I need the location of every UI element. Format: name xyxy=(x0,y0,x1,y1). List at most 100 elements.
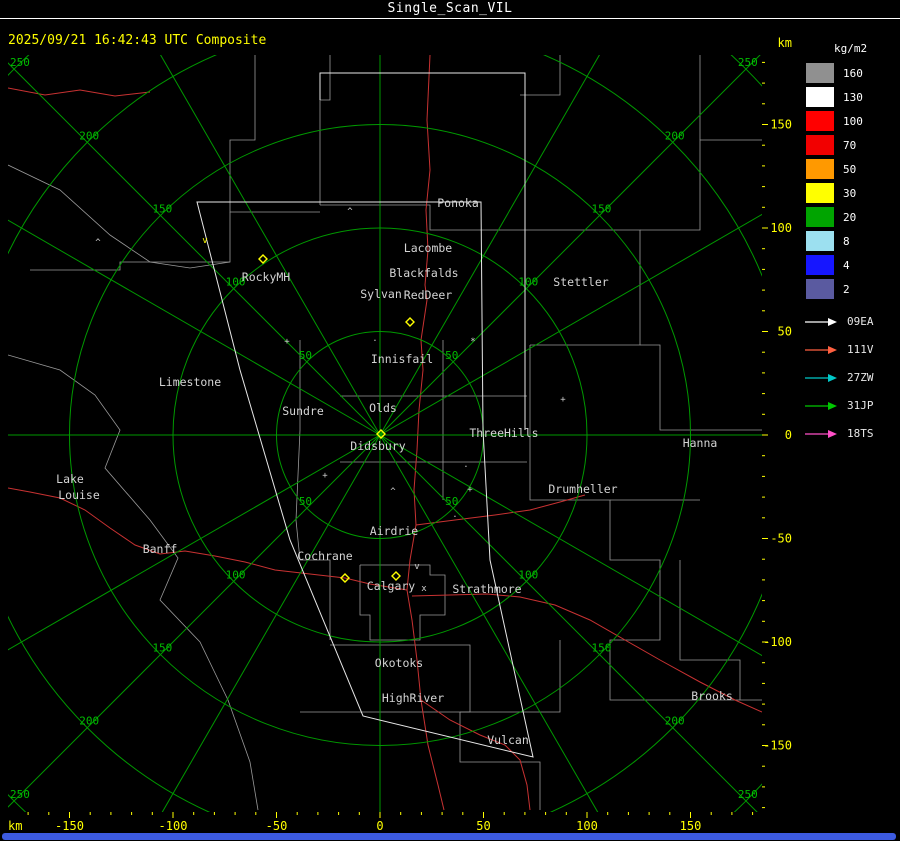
y-axis-label: -50 xyxy=(770,532,792,546)
city-labels: Ponoka Lacombe Blackfalds Sylvan RedDeer Stet… xyxy=(56,196,733,747)
town-marker: + xyxy=(284,337,290,347)
legend-value: 100 xyxy=(843,114,863,128)
ring-label: 150 xyxy=(152,202,172,215)
city-label: Lake xyxy=(56,472,84,486)
city-label: Banff xyxy=(143,542,178,556)
station-row: 09EA xyxy=(804,315,900,328)
legend-entry: 160 xyxy=(806,63,900,83)
legend-entry: 130 xyxy=(806,87,900,107)
legend-swatch xyxy=(806,87,834,107)
city-label: Didsbury xyxy=(350,439,405,453)
station-id: 27ZW xyxy=(847,371,874,384)
city-label: Olds xyxy=(369,401,397,415)
legend-entry: 70 xyxy=(806,135,900,155)
city-label: Drumheller xyxy=(548,482,617,496)
town-marker: v xyxy=(414,562,419,572)
legend-entry: 4 xyxy=(806,255,900,275)
legend-entry: 100 xyxy=(806,111,900,131)
ring-label: 200 xyxy=(665,715,685,728)
radar-site-marker xyxy=(405,317,415,327)
legend-swatch xyxy=(806,183,834,203)
city-label: Cochrane xyxy=(297,549,352,563)
legend-swatch xyxy=(806,255,834,275)
station-arrow-icon xyxy=(805,401,837,410)
city-label: Sylvan xyxy=(360,287,402,301)
city-label: Blackfalds xyxy=(389,266,458,280)
range-grid xyxy=(8,55,762,812)
legend-value: 160 xyxy=(843,66,863,80)
town-marker: v xyxy=(202,236,207,246)
ring-label: 100 xyxy=(226,568,246,581)
station-id: 09EA xyxy=(847,315,874,328)
town-marker: + xyxy=(560,395,566,405)
ring-label: 50 xyxy=(299,495,312,508)
legend-swatch xyxy=(806,135,834,155)
y-axis-label: 0 xyxy=(785,428,792,442)
x-axis-label: -100 xyxy=(159,819,188,833)
legend-entries: 160 130 100 70 50 30 20 8 4 2 xyxy=(800,63,900,299)
town-marker: * xyxy=(470,337,475,347)
legend-entry: 8 xyxy=(806,231,900,251)
y-axis-label: 50 xyxy=(778,325,792,339)
x-axis-label: 150 xyxy=(680,819,702,833)
city-label: Vulcan xyxy=(487,733,529,747)
legend-value: 30 xyxy=(843,186,857,200)
city-label: Limestone xyxy=(159,375,221,389)
ring-label: 50 xyxy=(445,495,458,508)
legend-entry: 50 xyxy=(806,159,900,179)
x-axis-label: -150 xyxy=(55,819,84,833)
city-label: Louise xyxy=(58,488,100,502)
town-marker: ^ xyxy=(347,207,353,217)
ring-label: 150 xyxy=(592,202,612,215)
ring-label: 250 xyxy=(10,56,30,69)
y-axis-label: -150 xyxy=(763,739,792,753)
station-id: 31JP xyxy=(847,399,874,412)
y-axis-label: -100 xyxy=(763,635,792,649)
ring-label: 150 xyxy=(592,642,612,655)
legend-entry: 20 xyxy=(806,207,900,227)
station-arrow-icon xyxy=(805,373,837,382)
y-axis-label: 150 xyxy=(770,118,792,132)
legend-swatch xyxy=(806,279,834,299)
city-label: Calgary xyxy=(367,579,416,593)
station-arrow-icon xyxy=(805,317,837,326)
city-label: Innisfail xyxy=(371,352,433,366)
legend-entry: 2 xyxy=(806,279,900,299)
town-marker: . xyxy=(372,334,377,344)
ring-label: 200 xyxy=(665,129,685,142)
station-row: 18TS xyxy=(804,427,900,440)
ring-label: 200 xyxy=(79,715,99,728)
city-label: Hanna xyxy=(683,436,718,450)
station-row: 111V xyxy=(804,343,900,356)
ring-label: 250 xyxy=(738,56,758,69)
station-arrow-icon xyxy=(805,429,837,438)
legend-value: 20 xyxy=(843,210,857,224)
station-arrow-icon xyxy=(805,345,837,354)
x-axis-label: 0 xyxy=(376,819,383,833)
city-label: HighRiver xyxy=(382,691,444,705)
ring-label: 50 xyxy=(445,349,458,362)
city-label: Okotoks xyxy=(375,656,423,670)
town-marker: + xyxy=(467,485,473,495)
x-axis-label: -50 xyxy=(266,819,288,833)
radar-map[interactable]: 5010015020025050100150200250501001502002… xyxy=(0,0,900,841)
legend-entry: 30 xyxy=(806,183,900,203)
city-label: Sundre xyxy=(282,404,324,418)
city-label: ThreeHills xyxy=(469,426,538,440)
ring-label: 50 xyxy=(299,349,312,362)
town-marker: . xyxy=(452,510,457,520)
scan-outline xyxy=(196,72,534,758)
station-list: 09EA 111V 27ZW 31JP 18TS xyxy=(800,315,900,440)
town-marker: . xyxy=(463,460,468,470)
x-axis-label: 50 xyxy=(476,819,490,833)
legend-swatch xyxy=(806,63,834,83)
station-row: 31JP xyxy=(804,399,900,412)
axis-unit-bottom: km xyxy=(8,819,22,833)
legend-value: 130 xyxy=(843,90,863,104)
city-label: Stettler xyxy=(553,275,608,289)
bottom-scrollbar[interactable] xyxy=(2,833,896,840)
city-label: Lacombe xyxy=(404,241,453,255)
town-marker: x xyxy=(421,584,427,594)
city-label: Airdrie xyxy=(370,524,419,538)
legend-swatch xyxy=(806,111,834,131)
